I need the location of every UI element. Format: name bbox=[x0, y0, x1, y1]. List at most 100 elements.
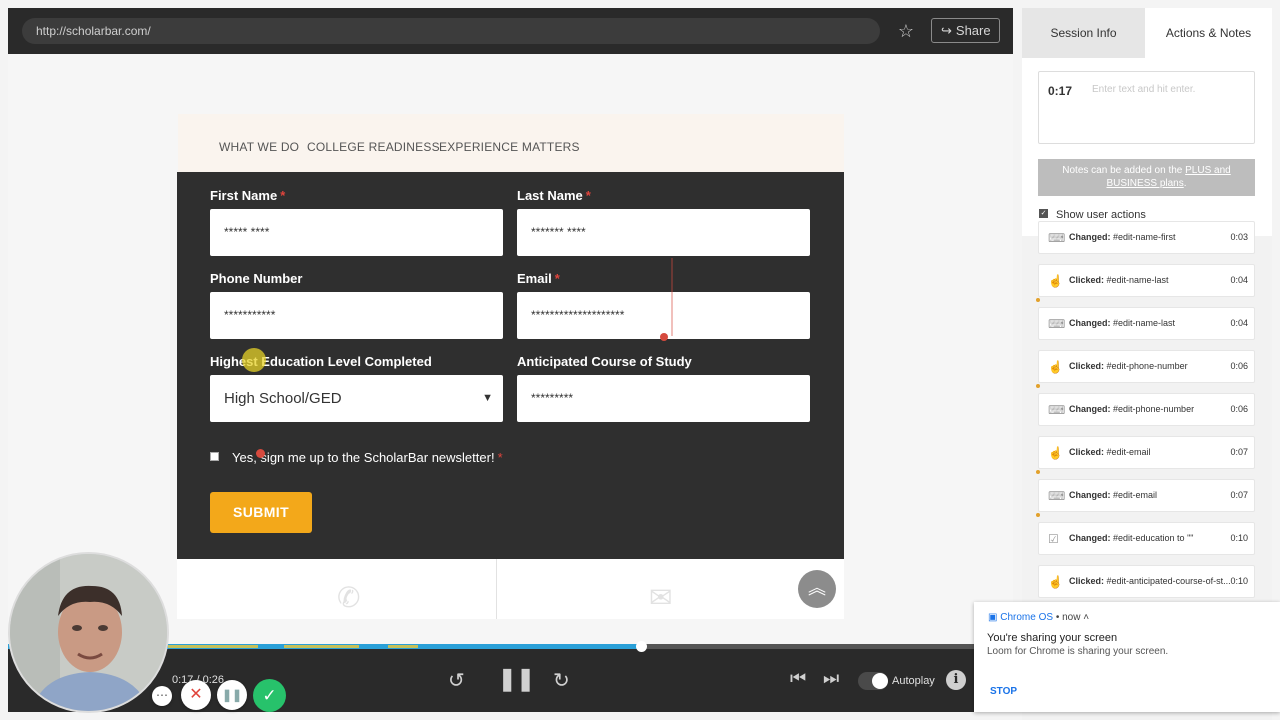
loom-finish-icon[interactable]: ✓ bbox=[253, 679, 286, 712]
chrome-os-icon: ▣ bbox=[988, 612, 1001, 623]
keyboard-icon: ⌨ bbox=[1048, 317, 1066, 331]
next-icon[interactable]: ⏭ bbox=[823, 668, 839, 689]
screen: http://scholarbar.com/ ☆ ↪ Share WHAT WE … bbox=[0, 0, 1280, 720]
checkbox-icon: ☑ bbox=[1048, 532, 1059, 546]
click-icon: ☝ bbox=[1048, 446, 1063, 460]
action-item[interactable]: ☝ Clicked: #edit-anticipated-course-of-st… bbox=[1038, 565, 1255, 598]
newsletter-checkbox[interactable] bbox=[210, 452, 219, 461]
url-bar[interactable]: http://scholarbar.com/ bbox=[22, 18, 880, 44]
browser-bar: http://scholarbar.com/ ☆ ↪ Share bbox=[8, 8, 1013, 54]
scroll-top-button[interactable]: ︽ bbox=[798, 570, 836, 608]
show-actions-label: Show user actions bbox=[1056, 209, 1146, 221]
stop-sharing-button[interactable]: STOP bbox=[990, 686, 1017, 697]
action-time: 0:10 bbox=[1230, 533, 1248, 543]
action-description: Clicked: #edit-anticipated-course-of-st.… bbox=[1069, 576, 1231, 586]
last-name-field[interactable]: ******* **** bbox=[517, 209, 810, 256]
action-description: Clicked: #edit-name-last bbox=[1069, 275, 1169, 285]
action-item[interactable]: ⌨ Changed: #edit-email 0:07 bbox=[1038, 479, 1255, 512]
notification-source: ▣ Chrome OS • now ˄ bbox=[988, 612, 1090, 623]
action-item[interactable]: ☑ Changed: #edit-education to "" 0:10 bbox=[1038, 522, 1255, 555]
action-description: Changed: #edit-name-last bbox=[1069, 318, 1176, 328]
chevron-down-icon: ▼ bbox=[482, 392, 493, 404]
last-name-label: Last Name * bbox=[517, 188, 591, 203]
action-item[interactable]: ☝ Clicked: #edit-phone-number 0:06 bbox=[1038, 350, 1255, 383]
show-actions-checkbox[interactable]: ✓ bbox=[1039, 209, 1048, 218]
phone-icon: ✆ bbox=[337, 582, 361, 613]
action-description: Changed: #edit-name-first bbox=[1069, 232, 1176, 242]
action-item[interactable]: ⌨ Changed: #edit-name-last 0:04 bbox=[1038, 307, 1255, 340]
action-item[interactable]: ☝ Clicked: #edit-email 0:07 bbox=[1038, 436, 1255, 469]
tab-actions-notes[interactable]: Actions & Notes bbox=[1145, 8, 1272, 58]
site-nav: WHAT WE DO COLLEGE READINESS EXPERIENCE … bbox=[178, 114, 844, 174]
tile-divider bbox=[496, 559, 497, 619]
nav-experience-matters[interactable]: EXPERIENCE MATTERS bbox=[439, 140, 580, 154]
action-item[interactable]: ⌨ Changed: #edit-name-first 0:03 bbox=[1038, 221, 1255, 254]
activity-segment bbox=[388, 645, 418, 648]
action-item[interactable]: ☝ Clicked: #edit-name-last 0:04 bbox=[1038, 264, 1255, 297]
action-time: 0:03 bbox=[1230, 232, 1248, 242]
action-time: 0:06 bbox=[1230, 361, 1248, 371]
rewind-10-icon[interactable]: ↺ bbox=[448, 668, 465, 693]
phone-label: Phone Number bbox=[210, 271, 303, 286]
pause-icon[interactable]: ❚❚ bbox=[498, 666, 535, 692]
star-icon[interactable]: ☆ bbox=[896, 21, 916, 41]
action-marker bbox=[1036, 384, 1040, 388]
loom-more-icon[interactable]: ⋯ bbox=[152, 686, 172, 706]
click-icon: ☝ bbox=[1048, 360, 1063, 374]
first-name-label: First Name * bbox=[210, 188, 286, 203]
screen-share-notification: ▣ Chrome OS • now ˄ You're sharing your … bbox=[974, 602, 1280, 712]
webcam-bubble[interactable] bbox=[8, 552, 169, 713]
email-label: Email * bbox=[517, 271, 560, 286]
newsletter-label: Yes, sign me up to the ScholarBar newsle… bbox=[232, 450, 503, 465]
keyboard-icon: ⌨ bbox=[1048, 403, 1066, 417]
action-description: Clicked: #edit-email bbox=[1069, 447, 1151, 457]
course-field[interactable]: ********* bbox=[517, 375, 810, 422]
notes-textarea[interactable]: 0:17 Enter text and hit enter. bbox=[1038, 71, 1255, 144]
activity-segment bbox=[168, 645, 258, 648]
signup-form: First Name * Last Name * ***** **** ******… bbox=[177, 172, 844, 559]
education-select-value: High School/GED bbox=[224, 390, 342, 407]
toggle-knob bbox=[872, 673, 888, 689]
click-marker bbox=[256, 449, 265, 458]
action-time: 0:10 bbox=[1230, 576, 1248, 586]
mail-icon: ✉ bbox=[649, 582, 673, 613]
action-marker bbox=[1036, 513, 1040, 517]
loom-pause-icon[interactable]: ❚❚ bbox=[217, 680, 247, 710]
click-trail bbox=[671, 258, 673, 336]
action-marker bbox=[1036, 470, 1040, 474]
education-select[interactable]: High School/GED ▼ bbox=[210, 375, 503, 422]
forward-10-icon[interactable]: ↻ bbox=[553, 668, 570, 693]
action-item[interactable]: ⌨ Changed: #edit-phone-number 0:06 bbox=[1038, 393, 1255, 426]
action-description: Clicked: #edit-phone-number bbox=[1069, 361, 1188, 371]
email-field[interactable]: ******************** bbox=[517, 292, 810, 339]
share-label: Share bbox=[955, 23, 991, 38]
cursor-highlight bbox=[242, 348, 266, 372]
keyboard-icon: ⌨ bbox=[1048, 231, 1066, 245]
first-name-field[interactable]: ***** **** bbox=[210, 209, 503, 256]
click-marker bbox=[660, 333, 668, 341]
action-time: 0:06 bbox=[1230, 404, 1248, 414]
course-label: Anticipated Course of Study bbox=[517, 354, 692, 369]
site-viewport: WHAT WE DO COLLEGE READINESS EXPERIENCE … bbox=[8, 54, 1013, 644]
nav-what-we-do[interactable]: WHAT WE DO bbox=[219, 140, 299, 154]
nav-college-readiness[interactable]: COLLEGE READINESS bbox=[307, 140, 440, 154]
action-description: Changed: #edit-email bbox=[1069, 490, 1158, 500]
submit-button[interactable]: SUBMIT bbox=[210, 492, 312, 533]
autoplay-label: Autoplay bbox=[892, 675, 935, 687]
action-description: Changed: #edit-phone-number bbox=[1069, 404, 1195, 414]
info-icon[interactable]: i bbox=[946, 670, 966, 690]
action-time: 0:07 bbox=[1230, 490, 1248, 500]
action-time: 0:04 bbox=[1230, 275, 1248, 285]
phone-field[interactable]: *********** bbox=[210, 292, 503, 339]
previous-icon[interactable]: ⏮ bbox=[790, 668, 806, 689]
autoplay-toggle[interactable] bbox=[858, 672, 888, 690]
tab-session-info[interactable]: Session Info bbox=[1022, 8, 1145, 58]
progress-knob[interactable] bbox=[636, 641, 648, 652]
action-time: 0:07 bbox=[1230, 447, 1248, 457]
click-icon: ☝ bbox=[1048, 575, 1063, 589]
action-marker bbox=[1036, 298, 1040, 302]
chevron-up-icon[interactable]: ˄ bbox=[1083, 612, 1089, 623]
click-icon: ☝ bbox=[1048, 274, 1063, 288]
share-button[interactable]: ↪ Share bbox=[931, 18, 1000, 43]
loom-cancel-icon[interactable]: ✕ bbox=[181, 680, 211, 710]
